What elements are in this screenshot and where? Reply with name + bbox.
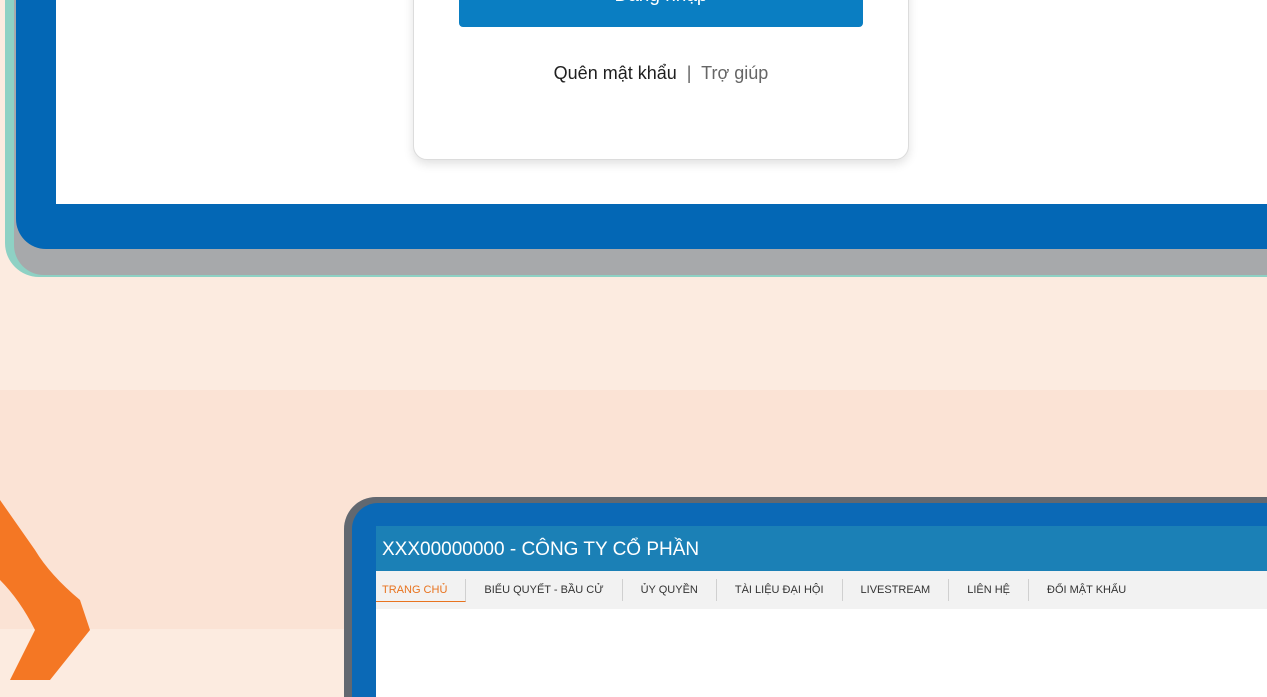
orange-decoration-icon [0,500,90,680]
nav-item-tai-lieu[interactable]: TÀI LIỆU ĐẠI HỘI [717,579,843,601]
device-frame: Đăng nhập Quên mật khẩu | Trợ giúp [16,0,1267,249]
help-link[interactable]: Trợ giúp [701,63,768,83]
device-screen: Đăng nhập Quên mật khẩu | Trợ giúp [56,0,1267,204]
login-button[interactable]: Đăng nhập [459,0,863,27]
nav-item-doi-mat-khau[interactable]: ĐỔI MẬT KHẨU [1029,579,1144,601]
nav-item-lien-he[interactable]: LIÊN HỆ [949,579,1029,601]
tablet-bezel: XXX00000000 - CÔNG TY CỔ PHẦN TRANG CHỦ … [352,503,1267,697]
tablet-frame: XXX00000000 - CÔNG TY CỔ PHẦN TRANG CHỦ … [344,497,1267,697]
tablet-screen: XXX00000000 - CÔNG TY CỔ PHẦN TRANG CHỦ … [376,526,1267,697]
nav-item-bieu-quyet[interactable]: BIỂU QUYẾT - BẦU CỬ [466,579,623,601]
nav-item-uy-quyen[interactable]: ỦY QUYỀN [623,579,717,601]
app-nav: TRANG CHỦ BIỂU QUYẾT - BẦU CỬ ỦY QUYỀN T… [376,571,1267,609]
link-separator: | [686,63,692,83]
login-links: Quên mật khẩu | Trợ giúp [414,63,908,84]
nav-item-livestream[interactable]: LIVESTREAM [843,579,950,601]
app-header-title: XXX00000000 - CÔNG TY CỔ PHẦN [376,526,1267,571]
forgot-password-link[interactable]: Quên mật khẩu [554,63,677,83]
login-card: Đăng nhập Quên mật khẩu | Trợ giúp [413,0,909,160]
nav-item-trang-chu[interactable]: TRANG CHỦ [376,578,467,602]
